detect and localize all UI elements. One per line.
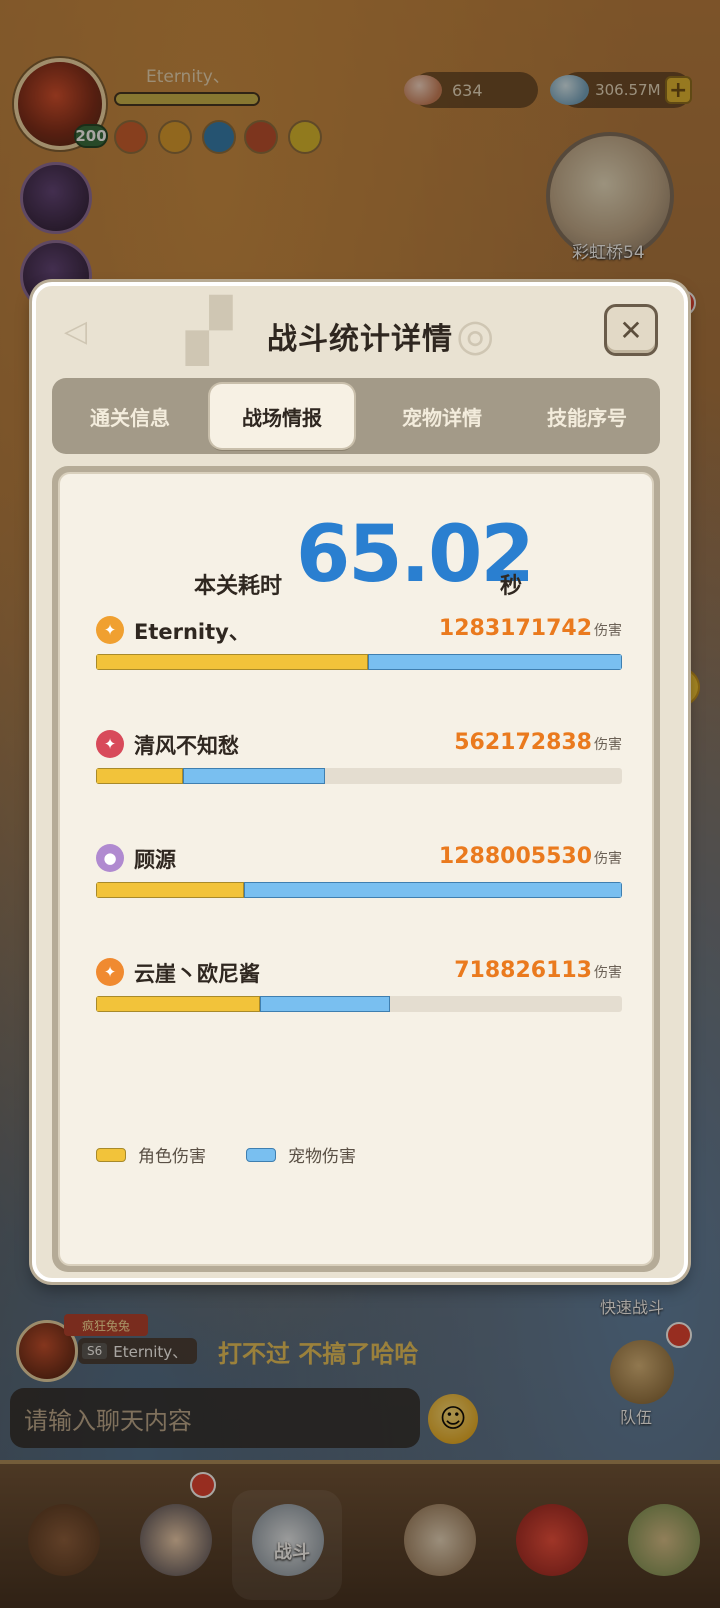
pet-damage-segment — [260, 996, 390, 1012]
tab-bar: 通关信息 战场情报 宠物详情 技能序号 — [52, 378, 660, 454]
pet-damage-segment — [244, 882, 622, 898]
battle-stats-modal: ◁ ▞ ◎ 战斗统计详情 ✕ 通关信息 战场情报 宠物详情 技能序号 本关耗时 … — [32, 282, 688, 1282]
class-icon: ✦ — [96, 730, 124, 758]
time-label: 本关耗时 — [194, 574, 283, 599]
player-damage-value: 562172838 伤害 — [454, 730, 622, 755]
role-damage-segment — [96, 996, 261, 1012]
pet-damage-swatch — [246, 1147, 276, 1162]
class-icon: ✦ — [96, 616, 124, 644]
stats-panel-inner[interactable]: 本关耗时 65.02 秒 ✦ Eternity、 1283171742 伤害 ✦ … — [58, 472, 654, 1266]
tab-skill-order[interactable]: 技能序号 — [512, 378, 662, 454]
tab-battlefield-intel[interactable]: 战场情报 — [210, 384, 354, 448]
time-unit: 秒 — [500, 574, 523, 599]
role-damage-segment — [96, 768, 183, 784]
time-value: 65.02 — [296, 510, 535, 600]
damage-bar — [96, 768, 622, 784]
player-damage-value: 718826113 伤害 — [454, 958, 622, 983]
tab-clear-info[interactable]: 通关信息 — [52, 378, 208, 454]
damage-legend: 角色伤害 宠物伤害 — [96, 1142, 396, 1167]
stats-panel: 本关耗时 65.02 秒 ✦ Eternity、 1283171742 伤害 ✦ … — [52, 466, 660, 1272]
player-damage-name: Eternity、 — [134, 620, 250, 644]
damage-bar — [96, 882, 622, 898]
player-damage-name: 云崖丶欧尼酱 — [134, 962, 260, 986]
player-damage-row: ✦ 云崖丶欧尼酱 718826113 伤害 — [96, 956, 622, 1026]
player-damage-row: ✦ Eternity、 1283171742 伤害 — [96, 614, 622, 684]
player-damage-value: 1283171742 伤害 — [438, 616, 622, 641]
role-damage-segment — [96, 882, 245, 898]
pet-damage-segment — [182, 768, 325, 784]
player-damage-name: 清风不知愁 — [134, 734, 239, 758]
damage-bar — [96, 996, 622, 1012]
role-damage-segment — [96, 654, 368, 670]
modal-title: 战斗统计详情 — [267, 322, 453, 357]
class-icon: ● — [96, 844, 124, 872]
player-damage-name: 顾源 — [134, 848, 176, 872]
damage-bar — [96, 654, 622, 670]
tab-pet-details[interactable]: 宠物详情 — [362, 378, 522, 454]
class-icon: ✦ — [96, 958, 124, 986]
pet-damage-segment — [367, 654, 622, 670]
close-button[interactable]: ✕ — [604, 304, 658, 356]
pet-damage-legend-label: 宠物伤害 — [288, 1147, 356, 1167]
player-damage-row: ✦ 清风不知愁 562172838 伤害 — [96, 728, 622, 798]
player-damage-row: ● 顾源 1288005530 伤害 — [96, 842, 622, 912]
role-damage-swatch — [96, 1147, 126, 1162]
role-damage-legend-label: 角色伤害 — [138, 1147, 206, 1167]
player-damage-value: 1288005530 伤害 — [438, 844, 622, 869]
